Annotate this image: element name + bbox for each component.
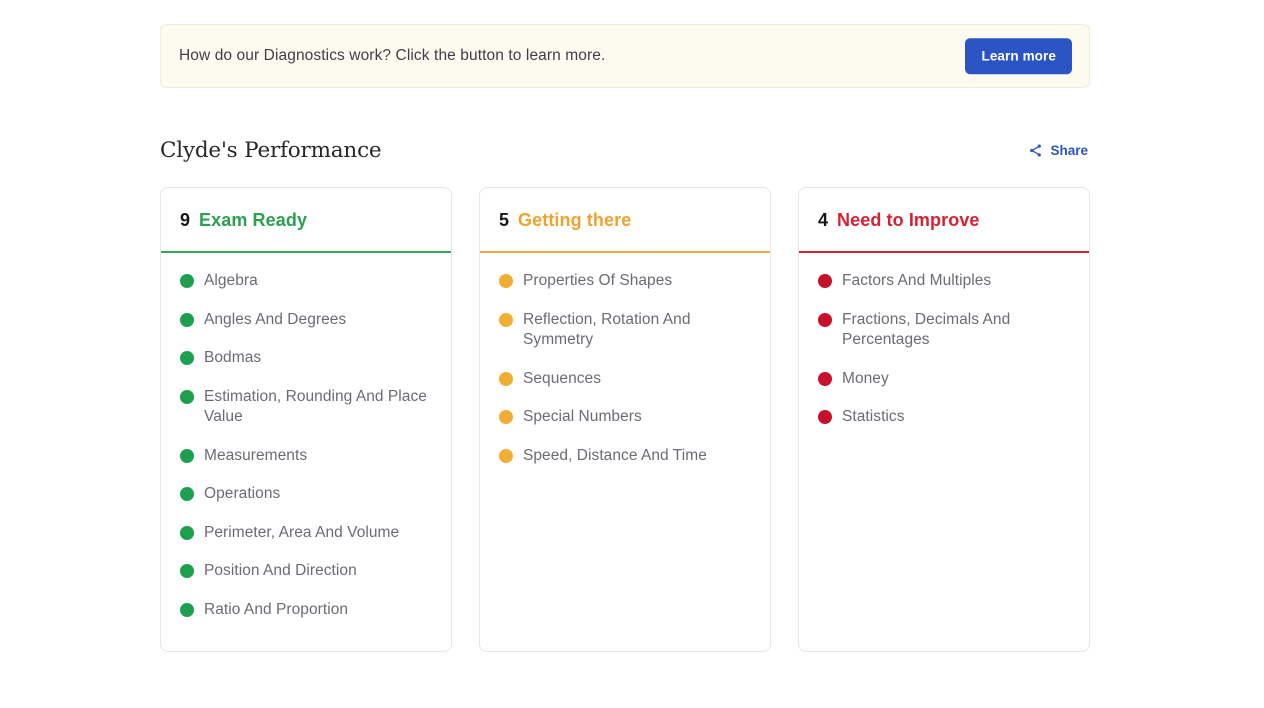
topic-label: Angles And Degrees (204, 310, 347, 328)
topic-label: Measurements (204, 446, 308, 464)
status-dot-icon (180, 525, 194, 540)
status-dot-icon (180, 351, 194, 365)
list-item[interactable]: Fractions, Decimals And Percentages (818, 310, 1070, 351)
status-dot-icon (499, 448, 513, 463)
column-header-getting-there: 5 Getting there (480, 188, 770, 253)
share-nodes-icon (1028, 143, 1043, 158)
share-button-label: Share (1050, 142, 1088, 158)
topic-label: Fractions, Decimals And Percentages (842, 310, 1011, 349)
status-dot-icon (180, 312, 194, 327)
page-title: Clyde's Performance (160, 137, 382, 163)
topic-label: Factors And Multiples (842, 272, 992, 289)
list-item[interactable]: Estimation, Rounding And Place Value (180, 387, 432, 428)
content-wrapper: How do our Diagnostics work? Click the b… (160, 24, 1090, 652)
diagnostics-info-banner: How do our Diagnostics work? Click the b… (160, 24, 1090, 88)
topic-label: Perimeter, Area And Volume (204, 523, 400, 541)
topic-list-getting-there: Properties Of Shapes Reflection, Rotatio… (480, 253, 770, 651)
status-dot-icon (818, 312, 832, 327)
topic-label: Money (842, 369, 889, 387)
status-dot-icon (180, 487, 194, 501)
list-item[interactable]: Perimeter, Area And Volume (180, 523, 432, 544)
column-need-to-improve: 4 Need to Improve Factors And Multiples … (798, 187, 1090, 652)
column-count-getting-there: 5 (499, 209, 510, 230)
status-dot-icon (180, 389, 194, 404)
list-item[interactable]: Ratio And Proportion (180, 600, 432, 621)
list-item[interactable]: Speed, Distance And Time (499, 446, 751, 467)
column-label-exam-ready: Exam Ready (199, 209, 308, 230)
banner-message: How do our Diagnostics work? Click the b… (179, 47, 606, 64)
column-exam-ready: 9 Exam Ready Algebra Angles And Degrees … (160, 187, 452, 652)
list-item[interactable]: Statistics (818, 407, 1070, 428)
column-getting-there: 5 Getting there Properties Of Shapes Ref… (479, 187, 771, 652)
topic-label: Properties Of Shapes (523, 272, 673, 289)
list-item[interactable]: Algebra (180, 271, 432, 292)
topic-label: Estimation, Rounding And Place Value (204, 387, 427, 426)
list-item[interactable]: Special Numbers (499, 407, 751, 428)
share-button[interactable]: Share (1026, 139, 1090, 162)
topic-label: Ratio And Proportion (204, 600, 349, 618)
column-count-need-to-improve: 4 (818, 209, 829, 230)
status-dot-icon (499, 312, 513, 327)
topic-label: Algebra (204, 272, 258, 289)
topic-label: Bodmas (204, 349, 262, 366)
list-item[interactable]: Sequences (499, 369, 751, 390)
topic-label: Sequences (523, 369, 602, 387)
column-label-need-to-improve: Need to Improve (837, 209, 980, 230)
performance-header-row: Clyde's Performance Share (160, 135, 1090, 165)
topic-label: Speed, Distance And Time (523, 446, 707, 464)
list-item[interactable]: Properties Of Shapes (499, 271, 751, 292)
status-dot-icon (818, 371, 832, 386)
list-item[interactable]: Measurements (180, 446, 432, 467)
list-item[interactable]: Angles And Degrees (180, 310, 432, 331)
topic-label: Operations (204, 485, 281, 502)
list-item[interactable]: Operations (180, 484, 432, 505)
performance-columns: 9 Exam Ready Algebra Angles And Degrees … (160, 187, 1090, 652)
topic-list-exam-ready: Algebra Angles And Degrees Bodmas Estima… (161, 253, 451, 651)
column-header-need-to-improve: 4 Need to Improve (799, 188, 1089, 253)
status-dot-icon (180, 274, 194, 288)
topic-list-need-to-improve: Factors And Multiples Fractions, Decimal… (799, 253, 1089, 651)
topic-label: Statistics (842, 408, 905, 425)
topic-label: Reflection, Rotation And Symmetry (523, 310, 691, 349)
list-item[interactable]: Money (818, 369, 1070, 390)
page-sheet: How do our Diagnostics work? Click the b… (0, 0, 1264, 692)
column-header-exam-ready: 9 Exam Ready (161, 188, 451, 253)
list-item[interactable]: Reflection, Rotation And Symmetry (499, 310, 751, 351)
topic-label: Special Numbers (523, 408, 642, 425)
status-dot-icon (499, 410, 513, 424)
list-item[interactable]: Bodmas (180, 348, 432, 369)
column-label-getting-there: Getting there (518, 209, 632, 230)
list-item[interactable]: Factors And Multiples (818, 271, 1070, 292)
column-count-exam-ready: 9 (180, 209, 191, 230)
list-item[interactable]: Position And Direction (180, 561, 432, 582)
topic-label: Position And Direction (204, 562, 357, 579)
status-dot-icon (180, 448, 194, 463)
status-dot-icon (180, 602, 194, 617)
status-dot-icon (818, 410, 832, 424)
status-dot-icon (499, 371, 513, 386)
status-dot-icon (818, 274, 832, 288)
status-dot-icon (499, 274, 513, 288)
learn-more-button[interactable]: Learn more (965, 38, 1072, 74)
status-dot-icon (180, 564, 194, 578)
